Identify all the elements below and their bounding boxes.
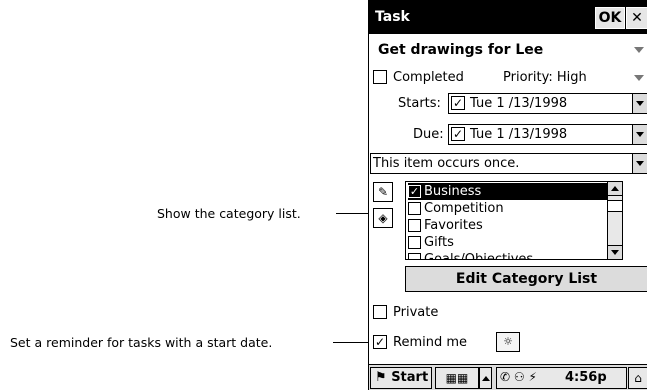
due-date-field[interactable]: ✓ Tue 1 /13/1998	[448, 124, 647, 145]
keyboard-icon[interactable]: ▦▦	[435, 367, 479, 389]
windows-flag-icon: ⚑	[375, 370, 387, 385]
due-date-value: Tue 1 /13/1998	[470, 127, 568, 142]
category-checkbox[interactable]	[408, 236, 421, 249]
start-label: Start	[391, 370, 429, 385]
priority-dropdown-icon[interactable]	[634, 75, 644, 81]
scroll-up-icon[interactable]	[608, 182, 622, 196]
category-checkbox[interactable]: ✓	[408, 185, 421, 198]
starts-date-field[interactable]: ✓ Tue 1 /13/1998	[448, 93, 647, 114]
category-checkbox[interactable]	[408, 253, 421, 259]
list-item[interactable]: Favorites	[408, 217, 608, 234]
alarm-options-icon[interactable]: ☼	[496, 332, 520, 352]
category-label: Business	[424, 184, 482, 199]
input-panel-arrow-icon[interactable]	[479, 367, 492, 389]
taskbar: ⚑ Start ▦▦ ✆ ⚇ ⚡ 4:56p ⌂	[369, 364, 647, 390]
starts-label: Starts:	[398, 96, 441, 111]
starts-dropdown-button[interactable]	[632, 94, 647, 113]
notes-icon[interactable]: ✎	[373, 182, 393, 202]
tag-icon[interactable]: ◈	[373, 208, 393, 228]
callout-reminder-line	[333, 342, 371, 343]
system-tray: ✆ ⚇ ⚡ 4:56p	[496, 367, 627, 389]
subject-dropdown-icon[interactable]	[634, 47, 644, 53]
completed-checkbox[interactable]	[373, 70, 387, 84]
due-label: Due:	[413, 127, 444, 142]
category-label: Competition	[424, 201, 504, 216]
category-checkbox[interactable]	[408, 219, 421, 232]
due-dropdown-button[interactable]	[632, 125, 647, 144]
close-icon[interactable]: ✕	[626, 7, 647, 29]
category-checkbox[interactable]	[408, 202, 421, 215]
recurrence-dropdown-button[interactable]	[632, 154, 647, 173]
callout-reminder: Set a reminder for tasks with a start da…	[10, 335, 273, 350]
remind-me-label: Remind me	[393, 335, 468, 350]
scroll-down-icon[interactable]	[608, 245, 622, 259]
category-label: Gifts	[424, 235, 454, 250]
list-item[interactable]: Competition	[408, 200, 608, 217]
tray-status-icons[interactable]: ✆ ⚇ ⚡	[500, 370, 537, 384]
scroll-thumb[interactable]	[608, 200, 622, 212]
private-checkbox[interactable]	[373, 305, 387, 319]
category-label: Favorites	[424, 218, 483, 233]
task-editor-window: Task OK ✕ Get drawings for Lee Completed…	[368, 0, 647, 390]
starts-date-value: Tue 1 /13/1998	[470, 96, 568, 111]
callout-category-list: Show the category list.	[157, 206, 301, 221]
recurrence-field[interactable]: This item occurs once.	[370, 153, 647, 174]
category-label: Goals/Objectives	[424, 252, 534, 260]
start-button[interactable]: ⚑ Start	[370, 367, 432, 389]
starts-checkbox[interactable]: ✓	[451, 96, 465, 110]
list-item[interactable]: Goals/Objectives	[408, 251, 608, 260]
list-item[interactable]: ✓ Business	[408, 183, 608, 200]
list-item[interactable]: Gifts	[408, 234, 608, 251]
priority-label[interactable]: Priority: High	[503, 70, 587, 85]
clock[interactable]: 4:56p	[565, 370, 607, 385]
edit-category-list-button[interactable]: Edit Category List	[405, 266, 647, 292]
private-label: Private	[393, 305, 439, 320]
title-bar: Task OK ✕	[369, 0, 647, 34]
ok-button[interactable]: OK	[595, 7, 625, 29]
task-subject[interactable]: Get drawings for Lee	[378, 42, 543, 58]
desktop-icon[interactable]: ⌂	[628, 367, 647, 389]
remind-me-checkbox[interactable]: ✓	[373, 335, 387, 349]
recurrence-value: This item occurs once.	[373, 156, 520, 171]
due-checkbox[interactable]: ✓	[451, 127, 465, 141]
completed-label: Completed	[393, 70, 464, 85]
window-title: Task	[375, 9, 410, 25]
callout-category-line	[336, 213, 370, 214]
category-scrollbar[interactable]	[607, 182, 622, 259]
category-list[interactable]: ✓ Business Competition Favorites Gifts G…	[405, 181, 623, 260]
